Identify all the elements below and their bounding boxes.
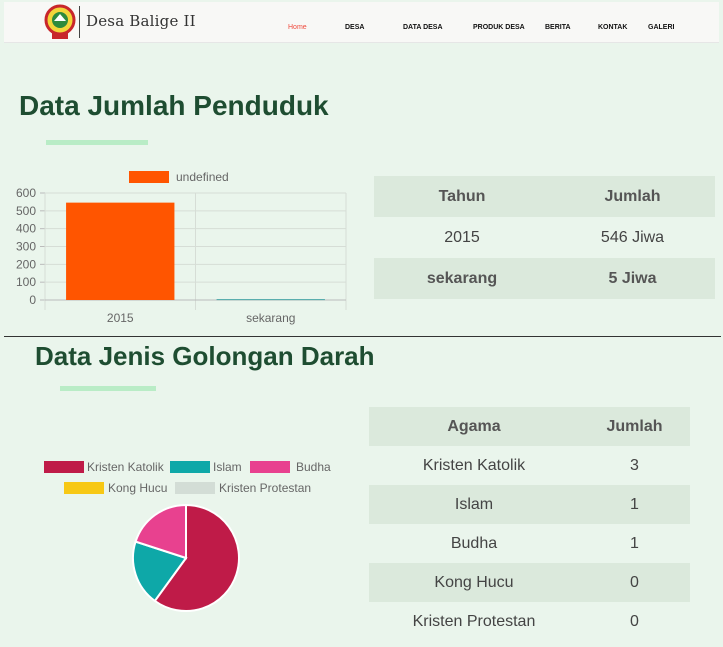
- table-row: 2015 546 Jiwa: [374, 217, 715, 258]
- cell-year: sekarang: [426, 269, 498, 287]
- table-row: Kong Hucu 0: [369, 563, 690, 602]
- cell-count: 3: [630, 456, 639, 474]
- legend-swatch[interactable]: [64, 482, 104, 494]
- section-divider: [4, 336, 721, 337]
- cell-count: 1: [630, 534, 639, 552]
- bar: [66, 202, 175, 300]
- legend-swatch: [129, 171, 169, 183]
- cell-agama: Kong Hucu: [434, 573, 514, 591]
- legend-label[interactable]: Kong Hucu: [108, 481, 167, 495]
- blood-title: Data Jenis Golongan Darah: [35, 341, 375, 371]
- x-tick-label: 2015: [107, 311, 134, 325]
- cell-agama: Kristen Protestan: [412, 612, 536, 630]
- y-tick-label: 300: [16, 240, 36, 254]
- col-header-jumlah: Jumlah: [604, 187, 661, 205]
- cell-count: 1: [630, 495, 639, 513]
- cell-agama: Islam: [454, 495, 494, 513]
- nav-home[interactable]: Home: [288, 24, 307, 31]
- cell-count: 0: [630, 573, 639, 591]
- blood-table: Agama Jumlah Kristen Katolik 3 Islam 1 B…: [369, 407, 690, 641]
- col-header-agama: Agama: [447, 417, 501, 435]
- population-title: Data Jumlah Penduduk: [19, 90, 329, 121]
- population-title-underline: [46, 140, 148, 145]
- x-tick-label: sekarang: [246, 311, 295, 325]
- y-tick-label: 200: [16, 257, 36, 271]
- col-header-jumlah: Jumlah: [606, 417, 663, 435]
- table-row: Kristen Protestan 0: [369, 602, 690, 641]
- legend-label[interactable]: Budha: [296, 460, 331, 474]
- blood-title-underline: [60, 386, 156, 391]
- table-header-row: Agama Jumlah: [369, 407, 690, 446]
- table-row: Budha 1: [369, 524, 690, 563]
- legend-swatch[interactable]: [44, 461, 84, 473]
- y-tick-label: 0: [29, 293, 36, 307]
- logo-divider: [79, 6, 80, 38]
- nav-kontak[interactable]: KONTAK: [598, 24, 627, 31]
- blood-pie-chart: [132, 503, 240, 612]
- table-row: sekarang 5 Jiwa: [374, 258, 715, 299]
- y-tick-label: 600: [16, 186, 36, 200]
- cell-agama: Budha: [450, 534, 498, 552]
- brand-name[interactable]: Desa Balige II: [86, 12, 196, 30]
- nav-data-desa[interactable]: DATA DESA: [403, 24, 443, 31]
- cell-count: 0: [630, 612, 639, 630]
- population-bar-chart: undefined 0 100 200 300 400 500 600 2015 sekarang: [16, 170, 347, 325]
- table-row: Islam 1: [369, 485, 690, 524]
- cell-year: 2015: [444, 228, 480, 246]
- village-logo[interactable]: [44, 4, 76, 40]
- y-tick-label: 500: [16, 204, 36, 218]
- table-row: Kristen Katolik 3: [369, 446, 690, 485]
- cell-agama: Kristen Katolik: [422, 456, 526, 474]
- legend-swatch[interactable]: [250, 461, 290, 473]
- table-header-row: Tahun Jumlah: [374, 176, 715, 217]
- nav-produk-desa[interactable]: PRODUK DESA: [473, 24, 525, 31]
- nav-galeri[interactable]: GALERI: [648, 24, 674, 31]
- bar: [216, 299, 325, 301]
- population-table: Tahun Jumlah 2015 546 Jiwa sekarang 5 Ji…: [374, 176, 715, 299]
- legend-label[interactable]: Kristen Protestan: [219, 481, 311, 495]
- legend-swatch[interactable]: [175, 482, 215, 494]
- navbar: Desa Balige II Home DESA DATA DESA PRODU…: [4, 2, 719, 43]
- col-header-tahun: Tahun: [438, 187, 486, 205]
- nav-desa[interactable]: DESA: [345, 24, 364, 31]
- nav-berita[interactable]: BERITA: [545, 24, 571, 31]
- legend-label[interactable]: Islam: [213, 460, 242, 474]
- legend-swatch[interactable]: [170, 461, 210, 473]
- cell-count: 546 Jiwa: [600, 228, 665, 246]
- y-tick-label: 100: [16, 275, 36, 289]
- legend-label: undefined: [176, 170, 229, 184]
- y-tick-label: 400: [16, 222, 36, 236]
- legend-label[interactable]: Kristen Katolik: [87, 460, 164, 474]
- cell-count: 5 Jiwa: [608, 269, 657, 287]
